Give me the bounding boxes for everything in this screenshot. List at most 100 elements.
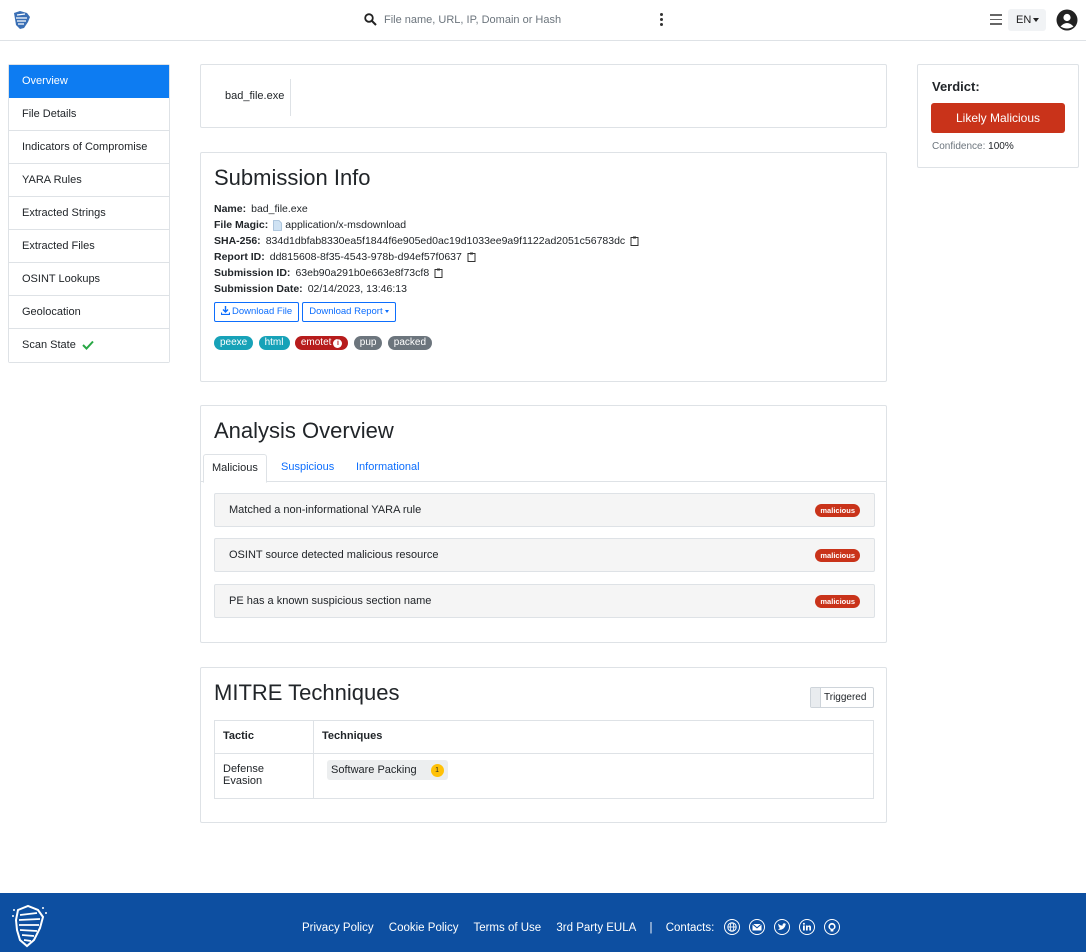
- search-bar: [364, 11, 664, 29]
- report-id-value: dd815608-8f35-4543-978b-d94ef57f0637: [269, 251, 462, 263]
- chevron-down-icon: [384, 309, 389, 313]
- terms-of-use-link[interactable]: Terms of Use: [473, 922, 541, 934]
- download-file-button[interactable]: Download File: [214, 302, 300, 322]
- tag-badge[interactable]: packed: [387, 336, 433, 350]
- tag-badge[interactable]: html: [258, 336, 290, 350]
- file-magic-row: File Magic: application/x-msdownload: [214, 217, 639, 233]
- finding-item[interactable]: Matched a non-informational YARA rule ma…: [214, 493, 875, 527]
- verdict-title: Verdict:: [932, 79, 980, 94]
- table-row: Defense Evasion Software Packing 1: [214, 753, 874, 799]
- sidebar-item-geolocation[interactable]: Geolocation: [9, 296, 169, 329]
- sha256-row: SHA-256: 834d1dbfab8330ea5f1844f6e905ed0a…: [214, 233, 639, 249]
- sidebar-nav: Overview File Details Indicators of Comp…: [8, 64, 170, 363]
- finding-item[interactable]: OSINT source detected malicious resource…: [214, 538, 875, 572]
- sidebar-item-overview[interactable]: Overview: [9, 65, 169, 98]
- tab-malicious[interactable]: Malicious: [203, 454, 267, 483]
- finding-text: PE has a known suspicious section name: [229, 595, 432, 607]
- sidebar-item-file-details[interactable]: File Details: [9, 98, 169, 131]
- submission-id-row: Submission ID: 63eb90a291b0e663e8f73cf8: [214, 265, 639, 281]
- sidebar-item-label: Geolocation: [22, 306, 81, 318]
- logo-icon[interactable]: [11, 9, 33, 31]
- triggered-toggle[interactable]: Triggered: [810, 687, 874, 708]
- more-options-icon[interactable]: [656, 13, 666, 27]
- footer-separator: |: [649, 922, 653, 934]
- submission-details: Name: bad_file.exe File Magic: application…: [214, 201, 639, 297]
- tab-suspicious[interactable]: Suspicious: [273, 454, 342, 483]
- tag-badge[interactable]: peexe: [214, 336, 254, 350]
- submission-id-label: Submission ID:: [214, 267, 291, 279]
- malicious-badge: malicious: [815, 549, 860, 562]
- sidebar-item-label: Extracted Strings: [22, 207, 106, 219]
- column-header-techniques: Techniques: [313, 720, 874, 754]
- download-buttons: Download File Download Report: [214, 302, 399, 322]
- name-row: Name: bad_file.exe: [214, 201, 639, 217]
- confidence-label: Confidence:: [932, 141, 986, 152]
- copy-icon[interactable]: [467, 252, 476, 263]
- name-label: Name:: [214, 203, 247, 215]
- checkmark-icon: [82, 340, 94, 351]
- analysis-overview-card: Analysis Overview Malicious Suspicious I…: [200, 405, 887, 643]
- copy-icon[interactable]: [630, 236, 639, 247]
- user-account-icon[interactable]: [1056, 9, 1078, 31]
- mitre-title: MITRE Techniques: [214, 680, 400, 705]
- file-magic-label: File Magic:: [214, 219, 269, 231]
- sidebar-item-label: OSINT Lookups: [22, 273, 101, 285]
- tag-label: emotet: [300, 337, 332, 348]
- technique-pill[interactable]: Software Packing 1: [327, 760, 448, 780]
- third-party-eula-link[interactable]: 3rd Party EULA: [556, 922, 636, 934]
- twitter-icon[interactable]: [773, 919, 790, 935]
- globe-icon[interactable]: [723, 919, 740, 935]
- download-icon: [221, 306, 230, 315]
- sidebar-item-extracted-files[interactable]: Extracted Files: [9, 230, 169, 263]
- file-tab[interactable]: bad_file.exe: [213, 79, 291, 116]
- sidebar-item-label: File Details: [22, 108, 77, 120]
- confidence-value: 100%: [988, 141, 1014, 152]
- download-report-button[interactable]: Download Report: [302, 302, 396, 322]
- tag-badge[interactable]: pup: [353, 336, 383, 350]
- email-icon[interactable]: [748, 919, 765, 935]
- sidebar-item-yara-rules[interactable]: YARA Rules: [9, 164, 169, 197]
- sidebar-item-osint-lookups[interactable]: OSINT Lookups: [9, 263, 169, 296]
- report-id-label: Report ID:: [214, 251, 265, 263]
- tag-badge[interactable]: emotet i: [294, 336, 349, 350]
- sidebar-item-label: Extracted Files: [22, 240, 95, 252]
- sidebar-item-indicators[interactable]: Indicators of Compromise: [9, 131, 169, 164]
- mitre-table: Tactic Techniques Defense Evasion Softwa…: [214, 720, 874, 799]
- techniques-cell: Software Packing 1: [313, 753, 874, 799]
- table-header-row: Tactic Techniques: [214, 720, 874, 754]
- submission-date-row: Submission Date: 02/14/2023, 13:46:13: [214, 281, 639, 297]
- verdict-badge: Likely Malicious: [931, 103, 1065, 133]
- tab-informational[interactable]: Informational: [348, 454, 428, 483]
- copy-icon[interactable]: [434, 268, 443, 279]
- file-icon: [273, 219, 283, 231]
- finding-item[interactable]: PE has a known suspicious section name m…: [214, 584, 875, 618]
- language-label: EN: [1016, 14, 1032, 26]
- report-id-row: Report ID: dd815608-8f35-4543-978b-d94ef5…: [214, 249, 639, 265]
- submission-date-label: Submission Date:: [214, 283, 303, 295]
- sidebar-item-label: Scan State: [22, 339, 76, 351]
- file-magic-value: application/x-msdownload: [285, 219, 407, 231]
- menu-icon[interactable]: [990, 14, 1002, 25]
- analysis-overview-title: Analysis Overview: [214, 418, 394, 443]
- cookie-policy-link[interactable]: Cookie Policy: [389, 922, 459, 934]
- chevron-down-icon: [1033, 18, 1040, 23]
- sidebar-item-extracted-strings[interactable]: Extracted Strings: [9, 197, 169, 230]
- confidence-text: Confidence: 100%: [932, 141, 1014, 152]
- sidebar-item-scan-state[interactable]: Scan State: [9, 329, 169, 362]
- file-tab-label: bad_file.exe: [225, 90, 285, 102]
- github-icon[interactable]: [824, 919, 841, 935]
- count-badge: 1: [430, 764, 444, 777]
- footer: Privacy Policy Cookie Policy Terms of Us…: [0, 893, 1086, 952]
- submission-info-card: Submission Info Name: bad_file.exe File M…: [200, 152, 887, 382]
- search-icon: [364, 13, 377, 26]
- language-dropdown[interactable]: EN: [1008, 9, 1046, 31]
- file-tab-card: bad_file.exe: [200, 64, 887, 128]
- linkedin-icon[interactable]: [799, 919, 816, 935]
- submission-date-value: 02/14/2023, 13:46:13: [307, 283, 407, 295]
- search-input[interactable]: [384, 11, 634, 29]
- footer-logo-icon: [12, 904, 47, 948]
- privacy-policy-link[interactable]: Privacy Policy: [302, 922, 374, 934]
- mitre-techniques-card: MITRE Techniques Triggered Tactic Techni…: [200, 667, 887, 823]
- sidebar-item-label: YARA Rules: [22, 174, 82, 186]
- analysis-tabs: Malicious Suspicious Informational: [201, 454, 886, 483]
